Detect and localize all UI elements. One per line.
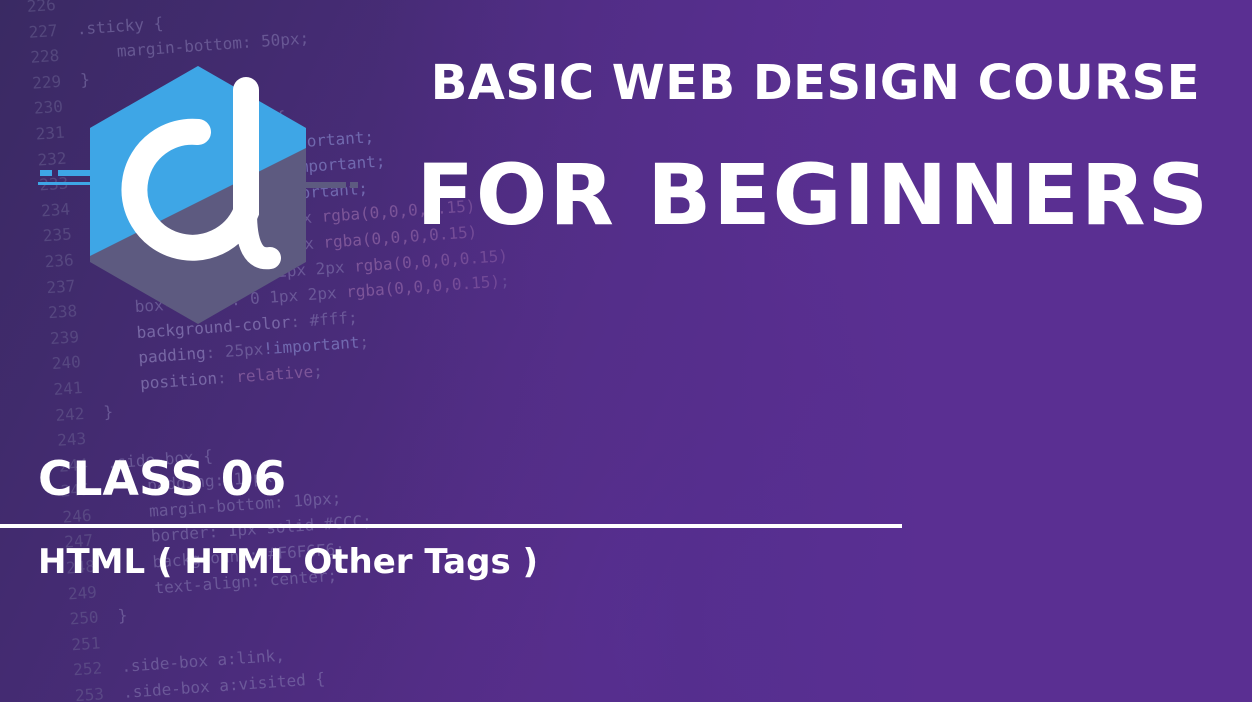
course-title-line2: FOR BEGINNERS	[416, 146, 1210, 244]
lesson-topic: HTML ( HTML Other Tags )	[38, 542, 539, 582]
hexagon-d-logo-icon	[38, 66, 358, 324]
course-title-line1: BASIC WEB DESIGN COURSE	[430, 55, 1200, 111]
class-number-label: CLASS 06	[38, 452, 287, 507]
thumbnail-canvas: 226 227 .sticky { 228 margin-bottom: 50p…	[0, 0, 1252, 702]
divider-line	[0, 524, 902, 528]
